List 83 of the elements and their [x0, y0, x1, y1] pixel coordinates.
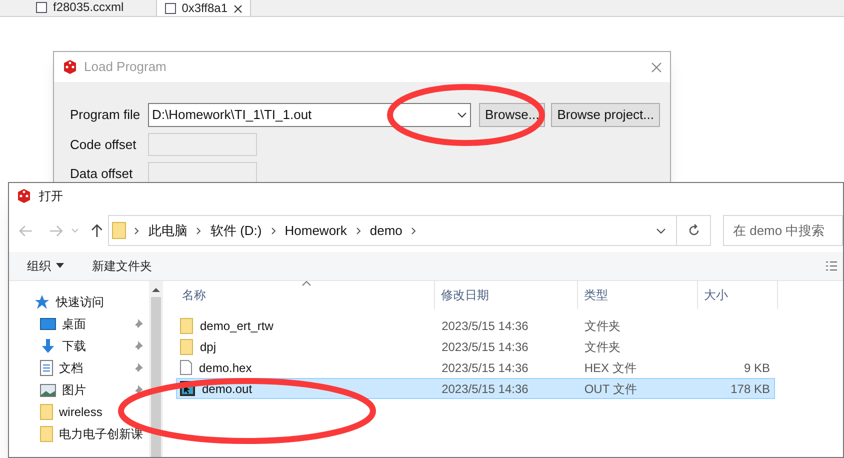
chevron-down-icon[interactable] [656, 228, 666, 234]
sidebar-item[interactable]: 下载 [9, 335, 149, 357]
view-options-icon[interactable] [825, 260, 837, 272]
close-icon[interactable] [234, 4, 242, 12]
file-size: 178 KB [730, 380, 770, 398]
pin-icon[interactable] [133, 319, 143, 329]
refresh-icon [688, 224, 700, 238]
search-field[interactable]: 在 demo 中搜索 [722, 215, 843, 246]
column-header[interactable]: 大小 [698, 281, 778, 309]
chevron-right-icon [196, 226, 202, 235]
chevron-right-icon [270, 226, 276, 235]
file-row[interactable]: demo.hex 2023/5/15 14:36 HEX 文件 9 KB [176, 357, 775, 378]
browse-button[interactable]: Browse project... [551, 103, 660, 127]
sidebar-item[interactable]: 图片 [9, 379, 149, 401]
folder-icon [180, 318, 193, 334]
field-label: Data offset [70, 164, 134, 183]
new-folder-button[interactable]: 新建文件夹 [92, 256, 152, 275]
chevron-right-icon [411, 226, 416, 235]
file-icon [164, 3, 176, 14]
back-arrow-icon[interactable] [19, 224, 33, 237]
file-type: OUT 文件 [584, 382, 637, 396]
picture-icon [40, 384, 56, 396]
date-modified: 2023/5/15 14:36 [442, 360, 528, 374]
breadcrumb-item[interactable]: demo [368, 220, 404, 240]
up-arrow-icon[interactable] [90, 224, 102, 238]
pin-icon[interactable] [133, 341, 143, 351]
file-name: dpj [200, 338, 216, 356]
date-modified: 2023/5/15 14:36 [442, 318, 528, 332]
file-type: 文件夹 [584, 318, 620, 332]
caret-icon [56, 263, 64, 268]
scroll-up-icon[interactable] [152, 287, 160, 292]
sidebar-item[interactable]: 文档 [9, 357, 149, 379]
column-header[interactable]: 类型 [578, 281, 698, 309]
folder-icon [40, 404, 53, 420]
sidebar-item[interactable]: 快速访问 [9, 291, 149, 313]
file-type: 文件夹 [584, 340, 620, 354]
program-file-combobox[interactable]: D:\Homework\TI_1\TI_1.out [148, 103, 471, 127]
star-icon [34, 294, 50, 310]
file-name: demo_ert_rtw [200, 318, 274, 334]
folder-icon [40, 426, 53, 442]
file-icon [180, 360, 192, 375]
organize-menu-button[interactable]: 组织 [27, 256, 64, 275]
address-bar[interactable]: 此电脑 软件 (D:) Homework demo [108, 215, 678, 246]
editor-tab[interactable]: 0x3ff8a1 [156, 0, 251, 16]
file-name: demo.hex [199, 360, 252, 376]
file-row[interactable]: demo_ert_rtw 2023/5/15 14:36 文件夹 [176, 315, 775, 336]
cube-logo-icon [62, 59, 78, 75]
sidebar-item[interactable]: 桌面 [9, 313, 149, 335]
file-size: 9 KB [744, 360, 770, 376]
date-modified: 2023/5/15 14:36 [442, 382, 528, 396]
chevron-right-icon [356, 226, 361, 235]
pin-icon[interactable] [133, 385, 143, 395]
document-icon [40, 360, 53, 376]
chevron-right-icon [134, 226, 140, 235]
field-label: Program file [70, 106, 142, 124]
pin-icon[interactable] [133, 363, 143, 373]
file-type: HEX 文件 [584, 360, 636, 374]
folder-icon [180, 338, 193, 354]
sort-caret-icon [302, 281, 311, 286]
folder-icon [112, 222, 126, 240]
breadcrumb-item[interactable]: 此电脑 [147, 220, 188, 240]
file-row[interactable]: demo.out 2023/5/15 14:36 OUT 文件 178 KB [176, 378, 775, 399]
editor-tab[interactable]: f28035.ccxml [34, 0, 126, 16]
column-header[interactable]: 名称 [176, 281, 435, 309]
column-header[interactable]: 修改日期 [435, 281, 578, 309]
refresh-button[interactable] [677, 215, 711, 246]
window-title: Load Program [84, 58, 166, 76]
download-arrow-icon [40, 338, 56, 354]
forward-arrow-icon[interactable] [48, 224, 63, 237]
window-title: 打开 [39, 188, 63, 206]
monitor-icon [40, 318, 56, 330]
file-icon [36, 2, 47, 13]
field-label: Code offset [70, 136, 138, 154]
breadcrumb-item[interactable]: Homework [284, 220, 348, 240]
date-modified: 2023/5/15 14:36 [442, 340, 528, 354]
sidebar-item[interactable]: wireless [9, 401, 149, 423]
scrollbar[interactable] [149, 281, 163, 457]
code-offset-field[interactable] [148, 133, 257, 156]
file-row[interactable]: dpj 2023/5/15 14:36 文件夹 [176, 336, 775, 357]
cube-logo-icon [16, 188, 32, 204]
file-name: demo.out [202, 380, 252, 398]
chevron-down-icon [457, 112, 467, 118]
breadcrumb-item[interactable]: 软件 (D:) [209, 220, 263, 240]
